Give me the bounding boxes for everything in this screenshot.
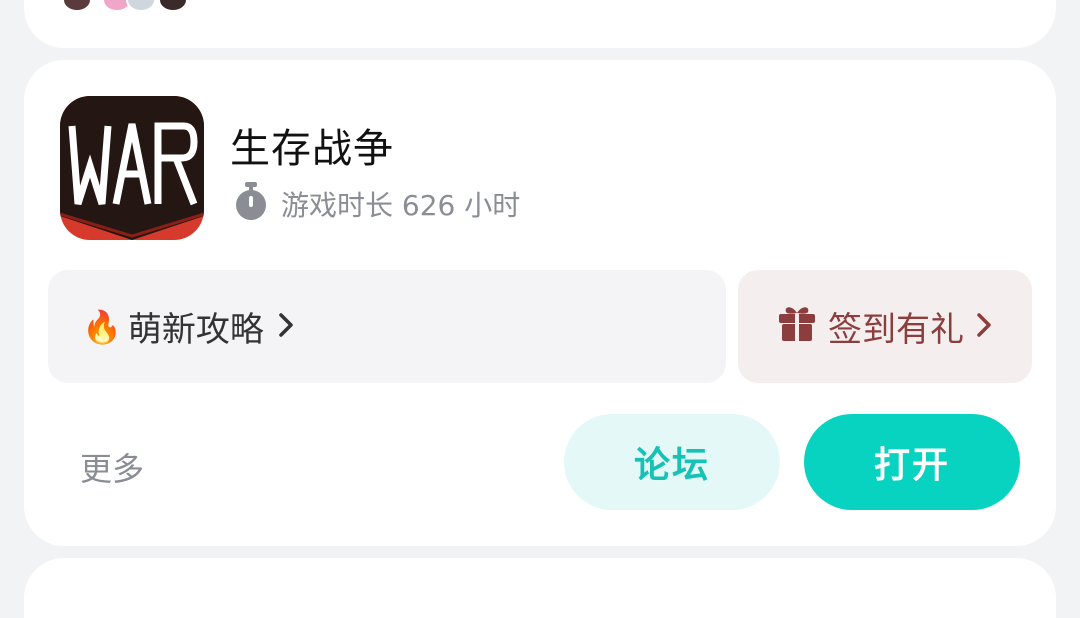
playtime-row: 游戏时长 626 小时 xyxy=(233,181,521,224)
chevron-right-icon xyxy=(278,307,294,347)
more-link[interactable]: 更多 xyxy=(80,444,144,490)
chevron-right-icon xyxy=(976,307,992,347)
open-button[interactable]: 打开 xyxy=(804,414,1020,510)
gift-icon xyxy=(778,303,816,350)
war-game-logo-icon[interactable] xyxy=(60,96,204,240)
game-title: 生存战争 xyxy=(230,126,394,172)
checkin-gift-label: 签到有礼 xyxy=(828,310,964,350)
beginner-guide-label: 萌新攻略 xyxy=(127,310,264,350)
forum-button[interactable]: 论坛 xyxy=(564,414,780,510)
next-card xyxy=(24,558,1056,618)
checkin-gift-button[interactable]: 签到有礼 xyxy=(738,270,1032,383)
playtime-text: 游戏时长 626 小时 xyxy=(281,189,521,222)
fire-icon: 🔥 xyxy=(82,307,122,346)
stopwatch-icon xyxy=(233,181,269,228)
beginner-guide-button[interactable]: 🔥 萌新攻略 xyxy=(48,270,726,383)
avatar-row xyxy=(62,0,202,12)
